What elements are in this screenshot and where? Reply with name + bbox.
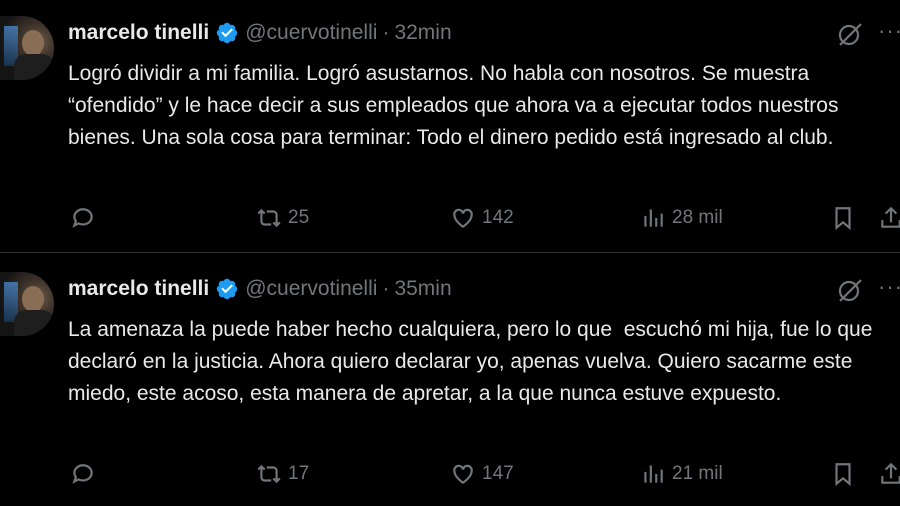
- tweet[interactable]: marcelo tinelli @cuervotinelli · 35min ·…: [0, 256, 900, 506]
- like-button[interactable]: 147: [450, 456, 514, 492]
- tweet-actions: 25 142 28 mil: [0, 200, 900, 236]
- like-count: 147: [482, 463, 514, 484]
- share-button[interactable]: [878, 456, 900, 492]
- retweet-button[interactable]: 17: [256, 456, 309, 492]
- timestamp[interactable]: 35min: [394, 277, 451, 301]
- more-icon[interactable]: ···: [878, 18, 900, 44]
- divider: [0, 252, 900, 253]
- tweet-header: marcelo tinelli @cuervotinelli · 32min: [68, 20, 452, 46]
- like-icon: [453, 208, 473, 228]
- verified-icon: [215, 21, 239, 45]
- like-count: 142: [482, 207, 514, 228]
- user-name[interactable]: marcelo tinelli: [68, 21, 209, 45]
- grok-icon[interactable]: [836, 276, 864, 304]
- bookmark-icon: [835, 207, 851, 231]
- tweet-actions: 17 147 21 mil: [0, 456, 900, 492]
- reply-icon: [72, 464, 93, 484]
- avatar[interactable]: [0, 272, 54, 336]
- grok-icon[interactable]: [836, 20, 864, 48]
- user-name[interactable]: marcelo tinelli: [68, 277, 209, 301]
- retweet-icon: [257, 208, 281, 228]
- like-button[interactable]: 142: [450, 200, 514, 236]
- share-icon: [881, 206, 900, 228]
- retweet-icon: [257, 464, 281, 484]
- bookmark-button[interactable]: [830, 456, 856, 492]
- tweet-text: La amenaza la puede haber hecho cualquie…: [68, 318, 879, 405]
- timestamp[interactable]: 32min: [394, 21, 451, 45]
- bookmark-icon: [835, 463, 851, 487]
- retweet-count: 25: [288, 207, 310, 228]
- verified-icon: [215, 277, 239, 301]
- user-handle[interactable]: @cuervotinelli: [245, 21, 377, 45]
- views-count: 21 mil: [672, 463, 723, 484]
- views-count: 28 mil: [672, 207, 723, 228]
- share-icon: [881, 462, 900, 484]
- tweet-text: Logró dividir a mi familia. Logró asusta…: [68, 62, 845, 149]
- more-icon[interactable]: ···: [878, 274, 900, 300]
- bookmark-button[interactable]: [830, 200, 856, 236]
- like-icon: [453, 464, 473, 484]
- views-button[interactable]: 21 mil: [640, 456, 723, 492]
- retweet-count: 17: [288, 463, 310, 484]
- tweet-header: marcelo tinelli @cuervotinelli · 35min: [68, 276, 452, 302]
- views-icon: [644, 209, 663, 227]
- reply-icon: [72, 208, 93, 228]
- reply-button[interactable]: [70, 200, 96, 236]
- avatar[interactable]: [0, 16, 54, 80]
- tweet[interactable]: marcelo tinelli @cuervotinelli · 32min ·…: [0, 0, 900, 252]
- retweet-button[interactable]: 25: [256, 200, 309, 236]
- separator: ·: [382, 277, 390, 300]
- share-button[interactable]: [878, 200, 900, 236]
- separator: ·: [382, 21, 390, 44]
- views-icon: [644, 465, 663, 483]
- user-handle[interactable]: @cuervotinelli: [245, 277, 377, 301]
- reply-button[interactable]: [70, 456, 96, 492]
- views-button[interactable]: 28 mil: [640, 200, 723, 236]
